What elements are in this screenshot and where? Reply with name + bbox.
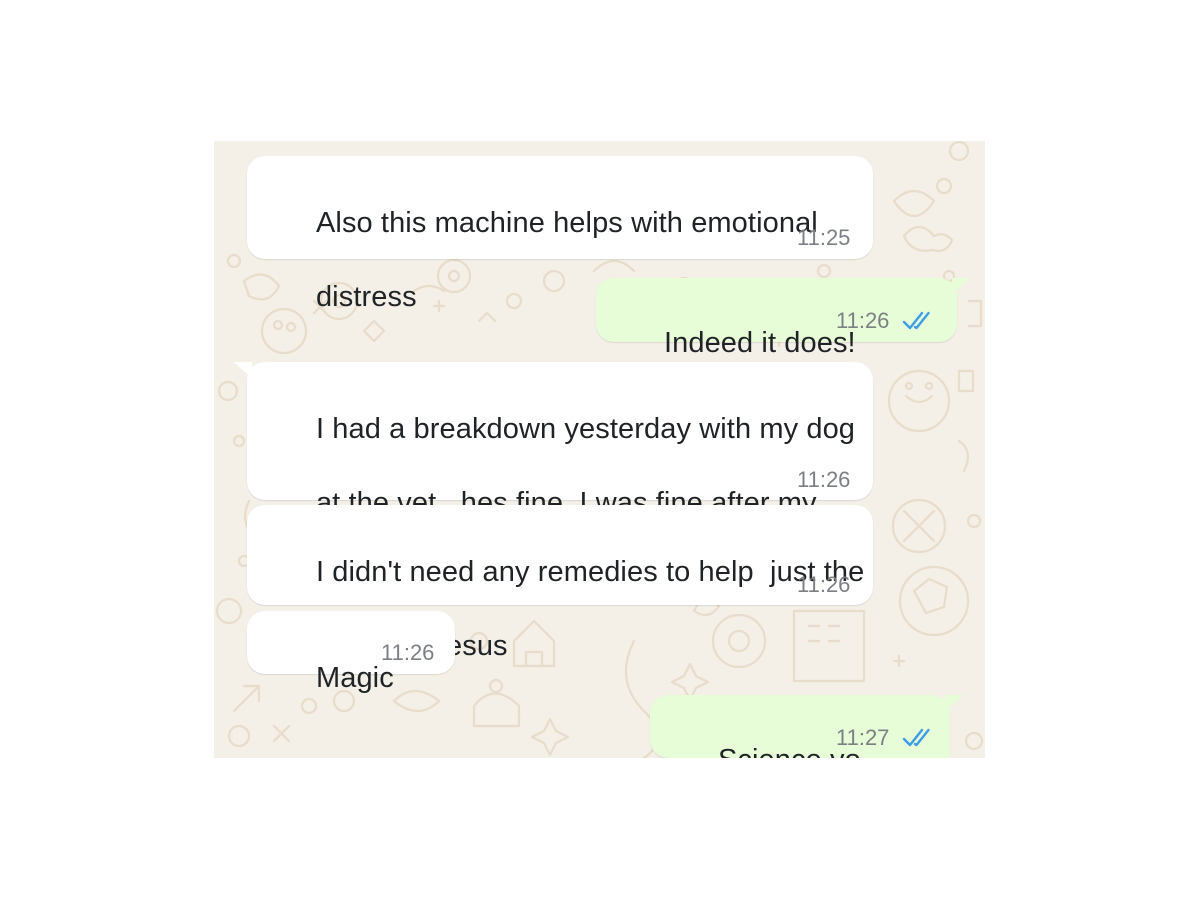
incoming-message[interactable]: I didn't need any remedies to help just … xyxy=(247,505,873,662)
message-timestamp: 11:26 xyxy=(836,308,890,333)
bubble-tail xyxy=(234,362,252,378)
bubble-tail xyxy=(945,695,963,711)
message-timestamp: 11:25 xyxy=(797,225,851,250)
message-line: I had a breakdown yesterday with my dog xyxy=(315,413,856,445)
message-line: I didn't need any remedies to help just … xyxy=(315,556,865,588)
message-timestamp: 11:26 xyxy=(797,467,851,492)
message-timestamp: 11:27 xyxy=(836,725,890,750)
incoming-message[interactable]: Magic 11:26 xyxy=(247,611,455,694)
message-text: Science yo xyxy=(669,705,861,758)
message-line: Indeed it does! xyxy=(663,327,856,359)
message-text: Magic xyxy=(267,623,394,734)
incoming-message[interactable]: Also this machine helps with emotional d… xyxy=(247,156,873,313)
double-check-read-icon xyxy=(902,311,930,330)
message-line: Magic xyxy=(315,662,394,694)
message-timestamp: 11:26 xyxy=(381,640,435,665)
bubble-tail xyxy=(952,278,970,294)
outgoing-message[interactable]: Indeed it does! 11:26 xyxy=(596,278,957,359)
message-timestamp: 11:26 xyxy=(797,572,851,597)
double-check-read-icon xyxy=(902,728,930,747)
outgoing-message[interactable]: Science yo 11:27 xyxy=(650,695,950,758)
chat-conversation[interactable]: Also this machine helps with emotional d… xyxy=(214,141,985,758)
incoming-message[interactable]: I had a breakdown yesterday with my dog … xyxy=(247,362,873,593)
message-line: Also this machine helps with emotional xyxy=(315,207,818,239)
message-line: distress xyxy=(315,281,417,313)
